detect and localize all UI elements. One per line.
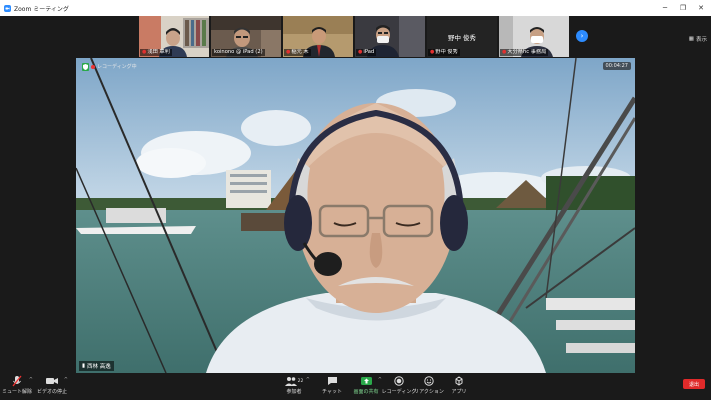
mic-muted-icon: ● (286, 49, 291, 55)
mic-muted-icon (12, 375, 22, 387)
meeting-timer: 00:04:27 (602, 62, 631, 70)
chat-button[interactable]: チャット (314, 375, 350, 395)
chevron-up-icon[interactable]: ^ (29, 377, 33, 383)
participant-name: koinono @ iPad (2) (212, 49, 265, 56)
participant-name: ●野中 俊秀 (428, 49, 460, 56)
participant-display-name: 野中 俊秀 (447, 33, 477, 42)
participants-icon: 22 (284, 375, 304, 387)
window-title: Zoom ミーティング (14, 5, 69, 13)
title-bar: Zoom ミーティング ─ ❐ ✕ (0, 0, 711, 16)
participant-name: ●iPad (356, 49, 377, 56)
participant-tile[interactable]: ●大分県hc 事務局 (499, 16, 569, 57)
audio-level-icon: ▮ (82, 363, 86, 369)
participant-name: ●浅田 章利 (140, 49, 172, 56)
reaction-icon (424, 375, 434, 387)
mic-muted-icon: ● (502, 49, 507, 55)
speaker-name-label: ▮ 西林 高逸 (79, 361, 114, 371)
close-icon[interactable]: ✕ (697, 4, 705, 12)
apps-button[interactable]: アプリ (441, 375, 477, 395)
chat-icon (327, 375, 338, 387)
share-screen-icon (360, 375, 372, 387)
restore-icon[interactable]: ❐ (679, 4, 687, 12)
minimize-icon[interactable]: ─ (661, 4, 669, 12)
participant-name: ●大分県hc 事務局 (500, 49, 549, 56)
participant-strip: ●浅田 章利 koinono @ iPad (2) ●稲元 木 ●iPad 野中… (0, 16, 711, 58)
zoom-app-icon (4, 4, 11, 12)
participant-tile[interactable]: ●浅田 章利 (139, 16, 209, 57)
mic-muted-icon: ● (142, 49, 147, 55)
recording-dot-icon (91, 64, 95, 69)
participant-count: 22 (297, 378, 304, 384)
video-button[interactable]: ビデオの停止 ^ (34, 375, 70, 395)
mic-muted-icon: ● (358, 49, 363, 55)
participant-tile[interactable]: koinono @ iPad (2) (211, 16, 281, 57)
share-screen-button[interactable]: 画面の共有 ^ (348, 375, 384, 395)
chevron-up-icon[interactable]: ^ (64, 377, 68, 383)
participant-name: ●稲元 木 (284, 49, 311, 56)
grid-view-icon: ▦ (688, 36, 694, 42)
recording-indicator: レコーディング中 (81, 62, 140, 71)
chevron-up-icon[interactable]: ^ (306, 377, 310, 383)
main-video: レコーディング中 00:04:27 ▮ 西林 高逸 (76, 58, 635, 373)
chevron-right-icon[interactable]: › (576, 30, 588, 42)
apps-icon (454, 375, 464, 387)
end-meeting-button[interactable]: 退出 (683, 379, 705, 389)
view-button[interactable]: ▦ 表示 (689, 35, 707, 43)
participant-tile[interactable]: 野中 俊秀 ●野中 俊秀 (427, 16, 497, 57)
speaker-video (76, 58, 635, 373)
participant-tile[interactable]: ●稲元 木 (283, 16, 353, 57)
mute-button[interactable]: ミュート解除 ^ (0, 375, 35, 395)
video-camera-icon (46, 375, 58, 387)
security-shield-icon (82, 62, 89, 71)
recording-label: レコーディング中 (97, 64, 137, 70)
record-icon (394, 375, 404, 387)
meeting-toolbar: ミュート解除 ^ ビデオの停止 ^ 22 参加者 ^ チャット 画面の共有 ^ (0, 373, 711, 400)
mic-muted-icon: ● (430, 49, 435, 55)
participants-button[interactable]: 22 参加者 ^ (276, 375, 312, 395)
participant-tile[interactable]: ●iPad (355, 16, 425, 57)
